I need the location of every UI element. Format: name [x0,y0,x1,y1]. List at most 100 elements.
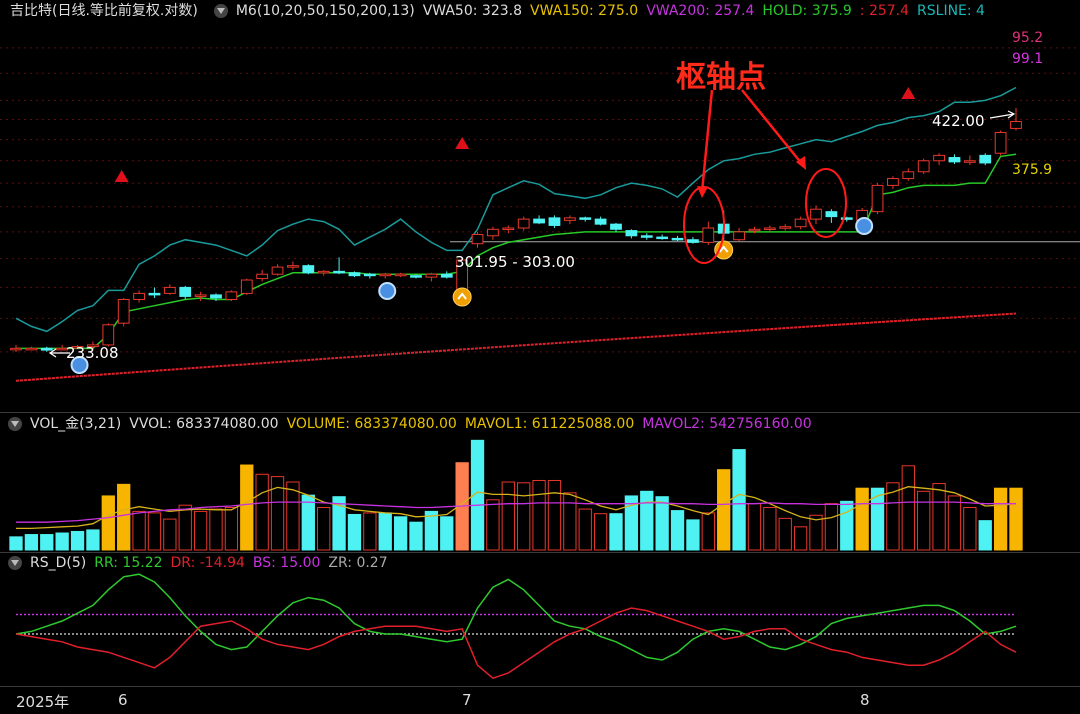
volume-bar-55 [855,487,869,551]
candle-body-48 [748,228,761,232]
volume-dropdown-icon[interactable] [8,417,22,431]
candle-7 [117,297,130,327]
volume-bar-63 [978,520,992,551]
candle-body-16 [256,273,269,280]
candle-body-57 [887,178,899,186]
vwa200-line [15,312,1017,382]
candle-38 [594,216,607,226]
candle-body-49 [763,227,776,231]
candle-39 [610,222,622,232]
candle-body-31 [487,228,499,237]
pivot-arrow-1 [700,89,714,193]
arrow-422 [989,110,1016,119]
candle-body-12 [194,294,207,297]
volume-bar-49 [763,507,777,551]
candle-body-19 [302,265,315,274]
candle-body-52 [810,208,822,220]
candle-50 [779,224,792,231]
candle-17 [271,264,284,276]
label-233: 233.08 [66,344,119,362]
sell-triangle-0 [114,170,129,182]
volume-bar-24 [378,512,392,551]
rsline-line [15,86,1017,333]
vwa200-label: VWA200: 257.4 [646,3,755,19]
candle-47 [733,228,745,242]
volume-bar-13 [209,508,223,551]
xaxis: 2025年 6 7 8 [0,688,1080,714]
candle-body-11 [179,286,192,297]
label-99: 99.1 [1012,51,1044,67]
candle-34 [533,215,545,225]
volume-bar-7 [117,483,131,551]
candle-42 [656,234,669,240]
dropdown-icon[interactable] [213,4,228,18]
up-badge-0 [452,287,472,307]
candle-28 [440,271,453,279]
candle-2 [40,346,53,352]
candle-41 [640,233,653,240]
volume-bar-65 [1009,487,1023,551]
candle-40 [625,229,638,239]
zr-label: ZR: 0.27 [328,555,388,571]
pivot-arrow-2 [741,89,803,165]
candle-body-60 [933,154,945,162]
candle-37 [579,216,592,222]
candle-53 [825,209,838,223]
candle-36 [563,215,576,225]
candle-9 [148,287,161,298]
volume-bar-59 [917,490,931,551]
volume-bar-18 [286,481,300,551]
candle-63 [979,153,992,166]
pivot-circle-2 [805,168,847,238]
volume-bar-12 [193,510,208,551]
candle-body-59 [917,160,930,173]
candle-62 [963,155,976,166]
rs-panel [15,573,1017,680]
volume-label: VOLUME: 683374080.00 [286,416,457,432]
candle-body-43 [671,237,684,241]
vwa50-label: VWA50: 323.8 [422,3,522,19]
volume-bar-14 [224,507,239,551]
candle-body-53 [825,211,838,218]
candle-0 [10,344,22,352]
volume-bar-41 [640,490,654,551]
candle-body-8 [133,292,145,300]
mavol2-label: MAVOL2: 542756160.00 [642,416,812,432]
candle-51 [794,216,807,230]
volume-bar-61 [947,495,962,551]
stock-title[interactable]: 吉比特(日线.等比前复权.对数) [10,3,198,19]
candle-21 [333,257,345,275]
price-gridlines [0,47,1080,353]
candle-16 [256,269,269,282]
candle-body-33 [517,218,530,229]
volume-bar-1 [24,534,39,551]
bs-label: BS: 15.00 [252,555,321,571]
price-panel [10,86,1022,382]
up-badge-1 [714,240,734,260]
volume-bar-25 [393,516,408,551]
volume-bar-8 [132,510,146,551]
red-label: : 257.4 [859,3,910,19]
candle-body-14 [225,291,238,300]
volume-bar-6 [101,495,115,551]
dr-line [15,607,1017,680]
candle-body-18 [287,265,299,268]
volume-bar-36 [563,492,577,551]
candle-8 [133,290,145,303]
candle-body-23 [363,273,376,277]
volume-bar-54 [840,500,854,551]
candle-body-50 [779,226,792,229]
candle-body-56 [871,184,884,213]
volume-bar-11 [178,504,192,551]
candle-body-30 [471,233,484,245]
candle-body-32 [502,227,515,231]
label-range: 301.95 - 303.00 [455,253,575,271]
sell-triangle-1 [455,137,470,149]
rsline-label: RSLINE: 4 [917,3,985,19]
candle-body-51 [794,218,807,228]
candle-body-39 [610,223,622,230]
volume-bar-22 [347,513,362,551]
volume-bar-53 [824,503,839,551]
rs-dropdown-icon[interactable] [8,556,22,570]
pivot-annotation: 枢轴点 [676,60,766,95]
